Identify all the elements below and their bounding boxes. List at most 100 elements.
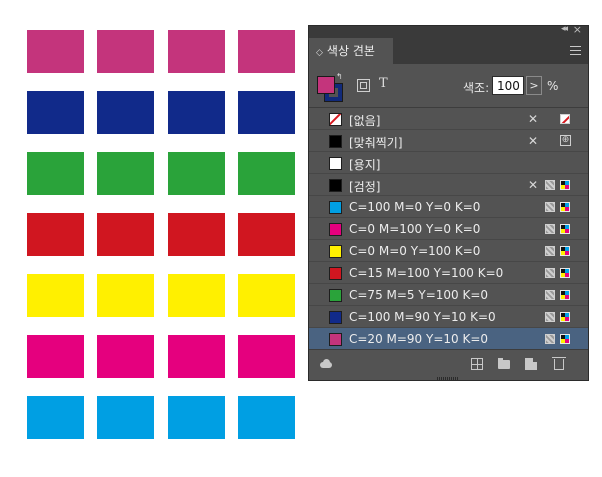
- swap-fill-stroke-icon[interactable]: ↰: [336, 72, 343, 81]
- cmyk-icon: [560, 268, 570, 278]
- page-swatch-cell: [97, 30, 154, 73]
- tint-input[interactable]: [492, 76, 524, 95]
- swatch-chip: [329, 289, 342, 302]
- swatch-row[interactable]: [검정] ✕: [309, 174, 588, 196]
- swatch-name: C=100 M=90 Y=10 K=0: [349, 310, 496, 324]
- swatch-row[interactable]: C=20 M=90 Y=10 K=0: [309, 328, 588, 350]
- swatch-row[interactable]: C=100 M=90 Y=10 K=0: [309, 306, 588, 328]
- close-icon[interactable]: ×: [573, 23, 582, 36]
- swatch-list: [없음] ✕ [맞춰찍기] ✕ ⊕ [용지] [검정] ✕ C=100 M=0 Y=0 K=0 C…: [309, 107, 588, 350]
- new-swatch-icon[interactable]: [525, 357, 538, 370]
- page-swatch-cell: [168, 213, 225, 256]
- page-swatch-cell: [97, 213, 154, 256]
- tint-label: 색조:: [463, 81, 490, 95]
- process-color-icon: [545, 180, 555, 190]
- swatch-chip: [329, 201, 342, 214]
- tint-dropdown-button[interactable]: >: [526, 76, 542, 95]
- registration-icon: ⊕: [560, 135, 571, 146]
- panel-bottom-toolbar: [309, 349, 588, 381]
- swatch-name: C=75 M=5 Y=100 K=0: [349, 288, 489, 302]
- page-swatch-cell: [97, 396, 154, 439]
- panel-titlebar[interactable]: ◂◂ ×: [309, 23, 588, 38]
- page-swatch-cell: [238, 91, 295, 134]
- cmyk-icon: [560, 180, 570, 190]
- page-swatch-cell: [238, 213, 295, 256]
- panel-menu-icon[interactable]: [570, 46, 581, 55]
- delete-swatch-icon[interactable]: [552, 357, 566, 370]
- cmyk-icon: [560, 312, 570, 322]
- swatch-chip: [329, 135, 342, 148]
- swatch-name: C=0 M=0 Y=100 K=0: [349, 244, 481, 258]
- swatch-views-icon[interactable]: [471, 358, 483, 370]
- process-color-icon: [545, 312, 555, 322]
- page-swatch-cell: [27, 396, 84, 439]
- tab-label: 색상 견본: [326, 44, 375, 58]
- cc-libraries-icon[interactable]: [318, 358, 334, 370]
- page-swatch-cell: [27, 91, 84, 134]
- swatch-row[interactable]: [용지]: [309, 152, 588, 174]
- swatch-grid: [0, 0, 300, 477]
- page-swatch-cell: [27, 335, 84, 378]
- swatch-chip: [329, 311, 342, 324]
- none-swatch-icon: [560, 114, 570, 124]
- swatch-chip: [329, 333, 342, 346]
- swatch-chip: [329, 113, 342, 126]
- tab-swatches[interactable]: ◇ 색상 견본: [309, 38, 393, 64]
- pencil-slash-icon: ✕: [528, 112, 539, 126]
- page-swatch-cell: [168, 396, 225, 439]
- swatch-name: C=15 M=100 Y=100 K=0: [349, 266, 504, 280]
- swatch-name: C=0 M=100 Y=0 K=0: [349, 222, 481, 236]
- swatch-name: [용지]: [349, 158, 381, 172]
- tint-unit: %: [547, 79, 559, 93]
- swatch-name: [검정]: [349, 180, 381, 194]
- collapse-icon[interactable]: ◂◂: [561, 24, 568, 34]
- swatch-chip: [329, 179, 342, 192]
- page-swatch-cell: [238, 396, 295, 439]
- page-swatch-cell: [97, 152, 154, 195]
- page-swatch-cell: [168, 335, 225, 378]
- process-color-icon: [545, 290, 555, 300]
- cmyk-icon: [560, 334, 570, 344]
- page-swatch-cell: [168, 30, 225, 73]
- swatch-row[interactable]: C=100 M=0 Y=0 K=0: [309, 196, 588, 218]
- page-swatch-cell: [238, 274, 295, 317]
- page-swatch-cell: [238, 335, 295, 378]
- swatch-row[interactable]: C=0 M=0 Y=100 K=0: [309, 240, 588, 262]
- page-swatch-cell: [238, 152, 295, 195]
- page-swatch-cell: [97, 91, 154, 134]
- page-swatch-cell: [27, 152, 84, 195]
- swatch-name: C=100 M=0 Y=0 K=0: [349, 200, 481, 214]
- page-swatch-cell: [97, 335, 154, 378]
- process-color-icon: [545, 246, 555, 256]
- chevron-icon: ◇: [316, 48, 323, 58]
- page-swatch-cell: [27, 30, 84, 73]
- page-swatch-cell: [238, 30, 295, 73]
- new-color-group-icon[interactable]: [498, 358, 510, 369]
- process-color-icon: [545, 224, 555, 234]
- cmyk-icon: [560, 290, 570, 300]
- page-swatch-cell: [168, 274, 225, 317]
- cmyk-icon: [560, 224, 570, 234]
- formatting-text-button[interactable]: T: [379, 76, 388, 91]
- page-swatch-cell: [168, 91, 225, 134]
- pencil-slash-icon: ✕: [528, 134, 539, 148]
- swatch-chip: [329, 157, 342, 170]
- swatch-name: [맞춰찍기]: [349, 136, 403, 150]
- pencil-slash-icon: ✕: [528, 178, 539, 192]
- swatch-name: [없음]: [349, 114, 381, 128]
- swatch-chip: [329, 223, 342, 236]
- swatch-chip: [329, 245, 342, 258]
- page-swatch-cell: [97, 274, 154, 317]
- swatch-row[interactable]: [맞춰찍기] ✕ ⊕: [309, 130, 588, 152]
- resize-grip[interactable]: [437, 377, 459, 380]
- swatch-row[interactable]: C=75 M=5 Y=100 K=0: [309, 284, 588, 306]
- swatches-panel: ◂◂ × ◇색상 견본 ↰ T 색조: > % [없음] ✕ [맞춰찍기] ✕ ⊕ [용지…: [308, 23, 589, 381]
- page-swatch-cell: [27, 274, 84, 317]
- swatch-chip: [329, 267, 342, 280]
- fill-swatch[interactable]: [317, 76, 335, 94]
- swatch-row[interactable]: [없음] ✕: [309, 108, 588, 130]
- page-swatch-cell: [168, 152, 225, 195]
- formatting-container-button[interactable]: [357, 79, 370, 92]
- swatch-row[interactable]: C=0 M=100 Y=0 K=0: [309, 218, 588, 240]
- swatch-row[interactable]: C=15 M=100 Y=100 K=0: [309, 262, 588, 284]
